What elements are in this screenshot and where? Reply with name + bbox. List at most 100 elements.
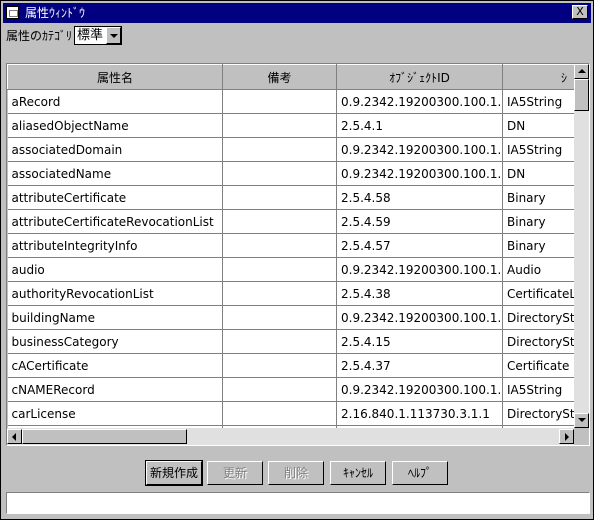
cell-syntax[interactable]: DN	[502, 113, 574, 138]
table-row[interactable]: aliasedObjectName 2.5.4.1 DN	[7, 113, 574, 138]
cell-attribute-name[interactable]: buildingName	[7, 305, 223, 330]
cell-remarks[interactable]	[222, 329, 337, 354]
window-icon	[6, 6, 19, 19]
new-button[interactable]: 新規作成	[145, 460, 203, 486]
cell-attribute-name[interactable]: attributeCertificateRevocationList	[7, 209, 223, 234]
cell-object-id[interactable]: 0.9.2342.19200300.100.1.31	[336, 377, 503, 402]
cell-attribute-name[interactable]: businessCategory	[7, 329, 223, 354]
help-button[interactable]: ﾍﾙﾌﾟ	[392, 461, 448, 485]
window-title: 属性ｳｨﾝﾄﾞｳ	[25, 6, 86, 20]
cell-remarks[interactable]	[222, 89, 337, 114]
cell-syntax[interactable]: DirectoryString	[502, 305, 574, 330]
cell-syntax[interactable]: IA5String	[502, 89, 574, 114]
table-row[interactable]: attributeCertificate 2.5.4.58 Binary	[7, 185, 574, 210]
cell-object-id[interactable]: 0.9.2342.19200300.100.1.38	[336, 161, 503, 186]
table-row[interactable]: associatedDomain 0.9.2342.19200300.100.1.…	[7, 137, 574, 162]
cell-attribute-name[interactable]: carLicense	[7, 401, 223, 426]
table-row[interactable]: attributeIntegrityInfo 2.5.4.57 Binary	[7, 233, 574, 258]
category-label: 属性のｶﾃｺﾞﾘ	[6, 29, 73, 43]
attribute-table-frame: 属性名 備考 ｵﾌﾞｼﾞｪｸﾄID ｼ aRecord 0.9.2342.1920…	[6, 63, 590, 446]
table-row[interactable]: attributeCertificateRevocationList 2.5.4.…	[7, 209, 574, 234]
scroll-left-arrow-icon[interactable]	[7, 429, 22, 444]
cell-syntax[interactable]: DirectoryString	[502, 329, 574, 354]
scroll-corner	[574, 428, 589, 445]
cell-attribute-name[interactable]: cNAMERecord	[7, 377, 223, 402]
cell-remarks[interactable]	[222, 281, 337, 306]
cell-remarks[interactable]	[222, 209, 337, 234]
vertical-scrollbar[interactable]	[574, 64, 589, 428]
cell-attribute-name[interactable]: cACertificate	[7, 353, 223, 378]
chevron-down-icon[interactable]	[106, 27, 121, 44]
cell-syntax[interactable]: CertificateList	[502, 281, 574, 306]
cell-object-id[interactable]: 0.9.2342.19200300.100.1.37	[336, 137, 503, 162]
cell-object-id[interactable]: 2.5.4.59	[336, 209, 503, 234]
cell-attribute-name[interactable]: authorityRevocationList	[7, 281, 223, 306]
table-row[interactable]: buildingName 0.9.2342.19200300.100.1.48 Di…	[7, 305, 574, 330]
table-row[interactable]: carLicense 2.16.840.1.113730.3.1.1 Directo…	[7, 401, 574, 426]
table-row[interactable]: associatedName 0.9.2342.19200300.100.1.38…	[7, 161, 574, 186]
cell-object-id[interactable]: 2.16.840.1.113730.3.1.1	[336, 401, 503, 426]
cell-object-id[interactable]: 2.5.4.38	[336, 281, 503, 306]
table-row[interactable]: aRecord 0.9.2342.19200300.100.1.26 IA5Stri…	[7, 89, 574, 114]
cell-syntax[interactable]: Certificate	[502, 353, 574, 378]
cell-syntax[interactable]: Binary	[502, 209, 574, 234]
table-row[interactable]: audio 0.9.2342.19200300.100.1.55 Audio	[7, 257, 574, 282]
attribute-window: 属性ｳｨﾝﾄﾞｳ X 属性のｶﾃｺﾞﾘ 標準 属性名 備考 ｵﾌﾞｼﾞｪｸﾄID…	[0, 0, 594, 520]
cell-remarks[interactable]	[222, 113, 337, 138]
table-header-row: 属性名 備考 ｵﾌﾞｼﾞｪｸﾄID ｼ	[7, 64, 574, 90]
horizontal-scroll-thumb[interactable]	[22, 429, 187, 444]
cell-syntax[interactable]: IA5String	[502, 377, 574, 402]
cell-attribute-name[interactable]: aliasedObjectName	[7, 113, 223, 138]
cell-remarks[interactable]	[222, 353, 337, 378]
category-select[interactable]: 標準	[74, 26, 122, 45]
cell-object-id[interactable]: 2.5.4.1	[336, 113, 503, 138]
cell-remarks[interactable]	[222, 185, 337, 210]
table-row[interactable]: cNAMERecord 0.9.2342.19200300.100.1.31 IA5…	[7, 377, 574, 402]
category-select-value: 標準	[77, 28, 104, 43]
cell-object-id[interactable]: 0.9.2342.19200300.100.1.26	[336, 89, 503, 114]
cell-attribute-name[interactable]: attributeIntegrityInfo	[7, 233, 223, 258]
cancel-button[interactable]: ｷｬﾝｾﾙ	[330, 461, 386, 485]
cell-object-id[interactable]: 2.5.4.58	[336, 185, 503, 210]
cell-syntax[interactable]: Binary	[502, 185, 574, 210]
title-bar[interactable]: 属性ｳｨﾝﾄﾞｳ X	[3, 3, 591, 23]
scroll-up-arrow-icon[interactable]	[574, 64, 589, 79]
cell-object-id[interactable]: 0.9.2342.19200300.100.1.48	[336, 305, 503, 330]
table-row[interactable]: businessCategory 2.5.4.15DirectoryString	[7, 329, 574, 354]
column-header-object-id[interactable]: ｵﾌﾞｼﾞｪｸﾄID	[336, 64, 503, 90]
scroll-down-arrow-icon[interactable]	[574, 413, 589, 428]
column-header-remarks[interactable]: 備考	[222, 64, 337, 90]
cell-syntax[interactable]: IA5String	[502, 137, 574, 162]
cell-remarks[interactable]	[222, 257, 337, 282]
attribute-table-viewport: 属性名 備考 ｵﾌﾞｼﾞｪｸﾄID ｼ aRecord 0.9.2342.1920…	[7, 64, 574, 428]
cell-object-id[interactable]: 2.5.4.15	[336, 329, 503, 354]
scroll-right-arrow-icon[interactable]	[559, 429, 574, 444]
table-row[interactable]: cACertificate 2.5.4.37 Certificate	[7, 353, 574, 378]
cell-syntax[interactable]: DN	[502, 161, 574, 186]
cell-remarks[interactable]	[222, 161, 337, 186]
close-button[interactable]: X	[572, 5, 588, 19]
cell-syntax[interactable]: Binary	[502, 233, 574, 258]
update-button[interactable]: 更新	[207, 461, 263, 485]
cell-attribute-name[interactable]: associatedName	[7, 161, 223, 186]
cell-remarks[interactable]	[222, 377, 337, 402]
cell-attribute-name[interactable]: aRecord	[7, 89, 223, 114]
cell-object-id[interactable]: 2.5.4.57	[336, 233, 503, 258]
vertical-scroll-thumb[interactable]	[574, 79, 589, 111]
table-row[interactable]: authorityRevocationList 2.5.4.38 Certifica…	[7, 281, 574, 306]
column-header-syntax[interactable]: ｼ	[502, 64, 574, 90]
delete-button[interactable]: 削除	[268, 461, 324, 485]
cell-object-id[interactable]: 2.5.4.37	[336, 353, 503, 378]
cell-syntax[interactable]: DirectoryString	[502, 401, 574, 426]
cell-remarks[interactable]	[222, 305, 337, 330]
cell-remarks[interactable]	[222, 137, 337, 162]
horizontal-scrollbar[interactable]	[7, 428, 574, 445]
column-header-attribute-name[interactable]: 属性名	[7, 64, 223, 90]
cell-syntax[interactable]: Audio	[502, 257, 574, 282]
cell-attribute-name[interactable]: audio	[7, 257, 223, 282]
cell-object-id[interactable]: 0.9.2342.19200300.100.1.55	[336, 257, 503, 282]
cell-remarks[interactable]	[222, 401, 337, 426]
cell-attribute-name[interactable]: attributeCertificate	[7, 185, 223, 210]
cell-attribute-name[interactable]: associatedDomain	[7, 137, 223, 162]
cell-remarks[interactable]	[222, 233, 337, 258]
